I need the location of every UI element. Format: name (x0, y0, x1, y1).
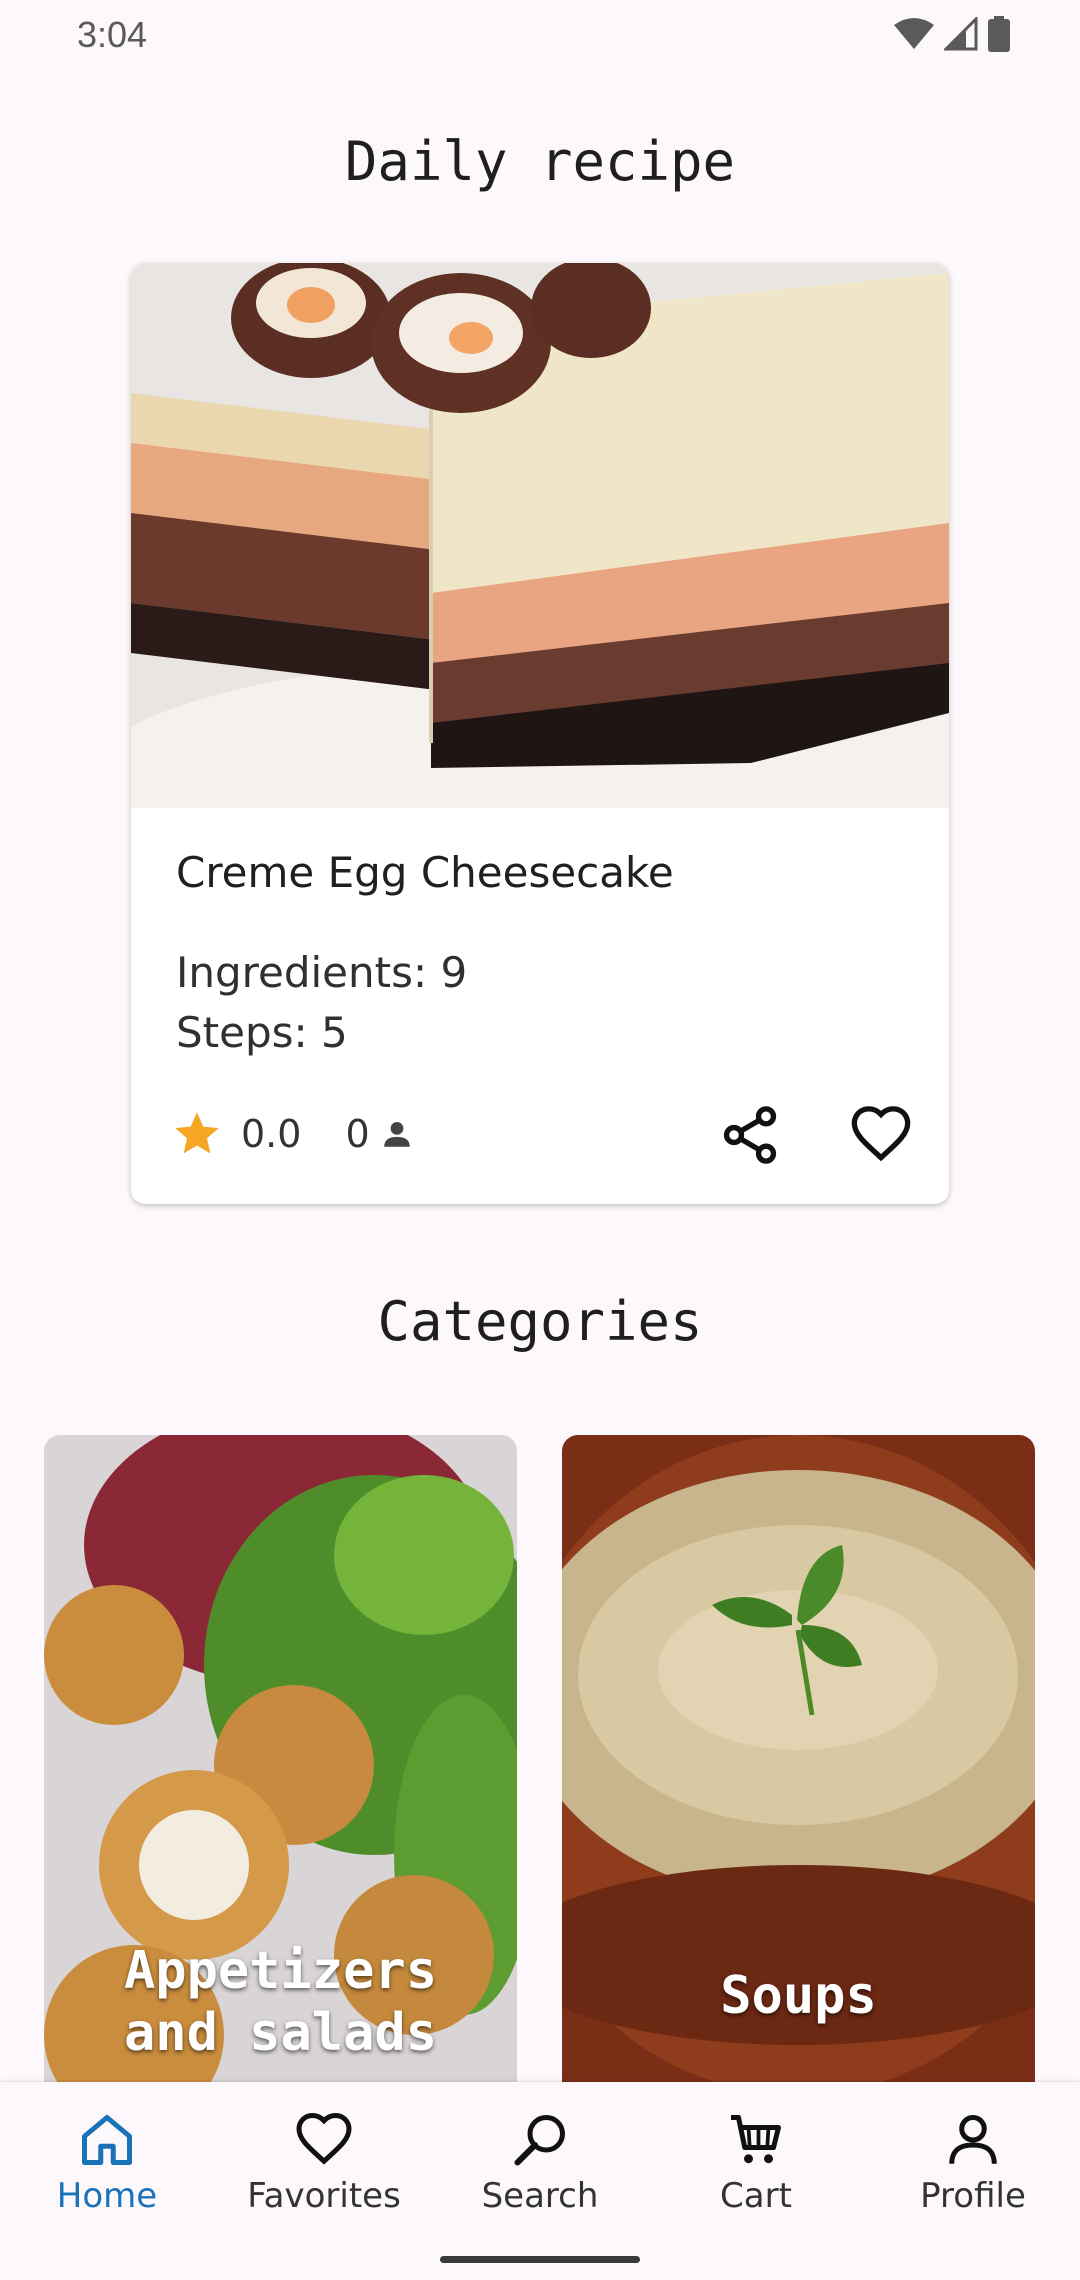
nav-label-profile: Profile (920, 2176, 1026, 2216)
nav-item-home[interactable]: Home (7, 2110, 207, 2216)
recipe-name: Creme Egg Cheesecake (176, 848, 674, 897)
category-label-soups: Soups (720, 1966, 877, 2026)
category-card-soups[interactable]: Soups (562, 1435, 1035, 2085)
recipe-meta: Ingredients: 9 Steps: 5 (176, 943, 467, 1063)
signal-icon (944, 17, 978, 51)
recipe-image (131, 263, 949, 808)
categories-title: Categories (377, 1290, 703, 1353)
status-icons (894, 16, 1010, 52)
home-icon (82, 2115, 132, 2165)
status-bar: 3:04 (0, 0, 1080, 72)
nav-item-search[interactable]: Search (440, 2110, 640, 2216)
rating-value: 0.0 (241, 1112, 302, 1156)
recipe-steps: Steps: 5 (176, 1008, 348, 1057)
home-indicator[interactable] (440, 2256, 640, 2263)
nav-label-favorites: Favorites (247, 2176, 401, 2216)
category-label-appetizers: Appetizers and salads (44, 1940, 517, 2064)
wifi-icon (894, 18, 934, 49)
category-label-line1: Appetizers (123, 1941, 438, 2001)
share-icon[interactable] (718, 1103, 782, 1167)
nav-item-cart[interactable]: Cart (656, 2110, 856, 2216)
cart-icon (731, 2115, 781, 2164)
star-icon (175, 1112, 219, 1154)
category-card-appetizers[interactable]: Appetizers and salads (44, 1435, 517, 2085)
person-icon (949, 2115, 997, 2164)
rating-row: 0.0 0 (171, 1108, 414, 1160)
person-icon (383, 1121, 410, 1147)
category-label-line2: and salads (123, 2003, 438, 2063)
search-icon (514, 2115, 565, 2166)
recipe-ingredients: Ingredients: 9 (176, 948, 468, 997)
favorite-heart-icon[interactable] (849, 1103, 913, 1167)
bottom-navigation: Home Favorites Search Cart Profile (0, 2082, 1080, 2280)
reviews-count: 0 (345, 1112, 370, 1156)
status-time: 3:04 (77, 14, 148, 55)
nav-item-profile[interactable]: Profile (873, 2110, 1073, 2216)
nav-label-search: Search (481, 2176, 599, 2216)
nav-item-favorites[interactable]: Favorites (224, 2110, 424, 2216)
daily-recipe-card[interactable]: Creme Egg Cheesecake Ingredients: 9 Step… (131, 263, 949, 1204)
heart-icon (296, 2112, 352, 2165)
nav-label-home: Home (56, 2176, 158, 2216)
daily-recipe-title: Daily recipe (344, 130, 736, 193)
battery-icon (988, 16, 1010, 52)
nav-label-cart: Cart (720, 2176, 792, 2216)
